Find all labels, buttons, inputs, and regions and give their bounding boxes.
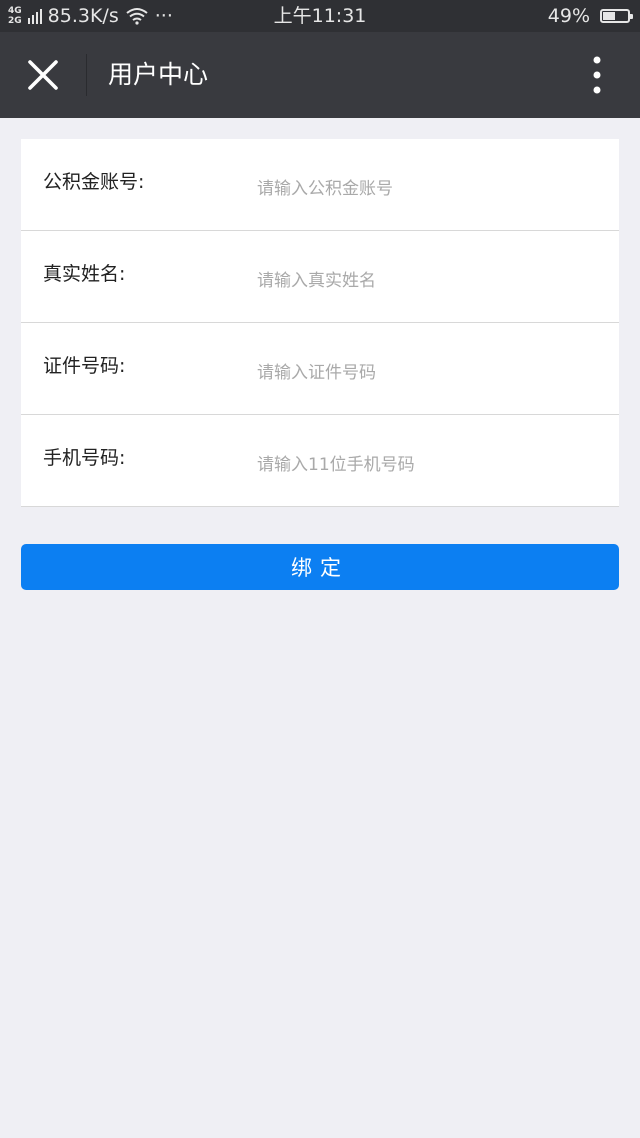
account-input[interactable] [257,175,597,203]
idnumber-input[interactable] [257,359,597,387]
status-right: 49% [547,0,633,32]
battery-icon [600,9,633,23]
more-menu-button[interactable] [574,52,620,98]
form-row-idnumber: 证件号码: [21,323,619,415]
nav-bar: 用户中心 [0,32,640,118]
phone-label: 手机号码: [43,447,126,469]
realname-input[interactable] [257,267,597,295]
battery-fill [603,12,615,20]
status-time: 上午11:31 [273,5,367,27]
realname-label: 真实姓名: [43,263,126,285]
close-button[interactable] [20,52,66,98]
form-row-phone: 手机号码: [21,415,619,507]
page-title: 用户中心 [108,60,209,89]
more-vertical-icon [593,56,601,94]
form-row-account: 公积金账号: [21,139,619,231]
form-row-realname: 真实姓名: [21,231,619,323]
battery-percent: 49% [547,5,590,27]
phone-input[interactable] [257,451,597,479]
status-bar: 4G 2G 85.3K/s ··· 上午11:31 49% [0,0,640,32]
nav-divider [86,54,87,96]
bind-button[interactable]: 绑定 [21,544,619,590]
idnumber-label: 证件号码: [43,355,126,377]
close-icon [28,60,58,90]
account-label: 公积金账号: [43,171,145,193]
binding-form: 公积金账号: 真实姓名: 证件号码: 手机号码: [21,139,619,507]
